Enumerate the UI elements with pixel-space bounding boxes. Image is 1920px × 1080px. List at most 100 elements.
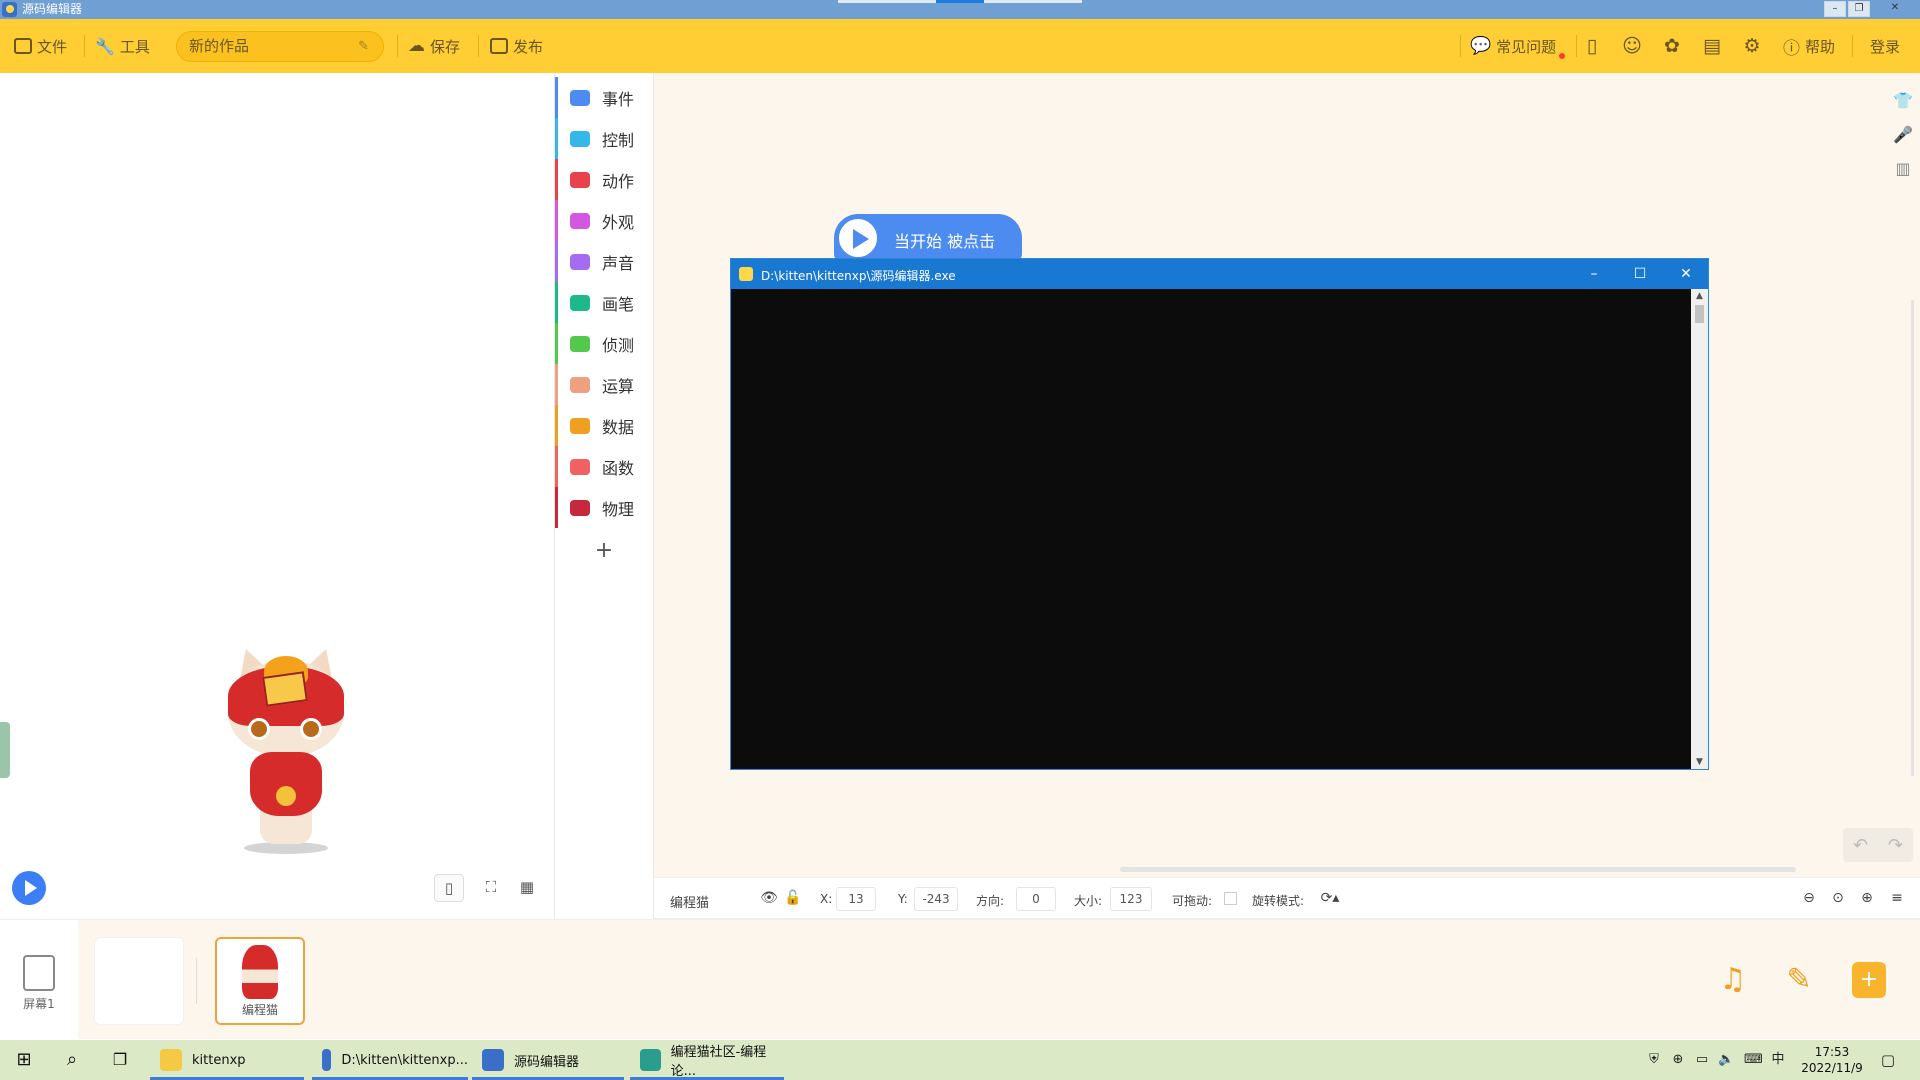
- draggable-checkbox[interactable]: [1224, 892, 1237, 905]
- pencil-draw-icon[interactable]: ✎: [1782, 962, 1816, 998]
- category-10[interactable]: 物理: [555, 487, 653, 528]
- tablet-icon[interactable]: ▯: [1581, 35, 1603, 57]
- taskbar-app-0[interactable]: kittenxp: [150, 1040, 304, 1080]
- robot-icon[interactable]: ☺: [1621, 35, 1643, 57]
- system-clock[interactable]: 17:53 2022/11/9: [1790, 1044, 1874, 1076]
- size-input[interactable]: 123: [1110, 887, 1152, 911]
- lock-icon[interactable]: 🔓: [784, 889, 802, 907]
- publish-button[interactable]: 发布: [490, 19, 543, 73]
- menu-lines-icon[interactable]: ≡: [1888, 889, 1906, 907]
- ime-indicator[interactable]: 中: [1770, 1052, 1786, 1068]
- sprite-property-bar: 编程猫 👁 🔓 X: 13 Y: -243 方向: 0 大小: 123 可拖动:…: [654, 877, 1920, 919]
- tools-menu[interactable]: 🔧 工具: [95, 19, 150, 73]
- volume-icon[interactable]: 🔈: [1718, 1052, 1734, 1068]
- x-label: X:: [820, 892, 833, 906]
- cat-sprite[interactable]: [220, 642, 352, 858]
- console-maximize-button[interactable]: ☐: [1617, 259, 1663, 289]
- login-button[interactable]: 登录: [1870, 19, 1900, 73]
- category-3[interactable]: 外观: [555, 200, 653, 241]
- work-name-input[interactable]: 新的作品 ✎: [176, 31, 384, 62]
- y-input[interactable]: -243: [914, 887, 958, 911]
- taskbar-app-1[interactable]: D:\kitten\kittenxp...: [312, 1040, 468, 1080]
- workspace-horizontal-scrollbar[interactable]: [1120, 867, 1796, 872]
- console-window[interactable]: D:\kitten\kittenxp\源码编辑器.exe – ☐ ✕ ▲ ▼: [730, 258, 1709, 770]
- shield-icon[interactable]: ⛨: [1646, 1052, 1662, 1068]
- draggable-label: 可拖动:: [1172, 894, 1213, 908]
- save-button[interactable]: ☁ 保存: [408, 19, 460, 73]
- file-menu[interactable]: 文件: [14, 19, 67, 73]
- music-note-icon[interactable]: ♫: [1716, 962, 1750, 998]
- rotation-mode-dropdown-icon[interactable]: ⟳▴: [1318, 889, 1342, 907]
- block-category-panel: 事件 控制 动作外观声音画笔侦测 运算 数据 函数 物理 +: [554, 73, 654, 919]
- sprite-card-bianchengmao[interactable]: 编程猫: [215, 937, 305, 1025]
- toolbar-divider: [478, 35, 479, 57]
- taskbar-app-label: 编程猫社区-编程论...: [670, 1045, 767, 1079]
- when-start-clicked-block[interactable]: 当开始 被点击: [834, 214, 1022, 262]
- grid-icon[interactable]: ▦: [512, 874, 542, 902]
- add-category-button[interactable]: +: [555, 533, 653, 569]
- x-input[interactable]: 13: [836, 887, 876, 911]
- category-label: 画笔: [602, 294, 635, 314]
- zoom-reset-icon[interactable]: ⊙: [1829, 889, 1847, 907]
- help-button[interactable]: ⓘ 帮助: [1783, 19, 1835, 73]
- category-9[interactable]: 函数: [555, 446, 653, 487]
- settings-gear-icon[interactable]: ⚙: [1741, 35, 1763, 57]
- search-icon[interactable]: ⌕: [60, 1048, 84, 1072]
- category-5[interactable]: 画笔: [555, 282, 653, 323]
- network-icon[interactable]: ▭: [1694, 1052, 1710, 1068]
- redo-icon[interactable]: ↷: [1888, 835, 1903, 856]
- minimize-button[interactable]: –: [1824, 1, 1846, 17]
- stage-resize-handle[interactable]: [0, 722, 10, 778]
- workspace-vertical-scrollbar[interactable]: [1911, 300, 1914, 776]
- console-close-button[interactable]: ✕: [1663, 259, 1709, 289]
- sprite-name-field[interactable]: 编程猫: [670, 892, 709, 911]
- undo-icon[interactable]: ↶: [1853, 835, 1868, 856]
- category-2[interactable]: 动作: [555, 159, 653, 200]
- screen-selector[interactable]: 屏幕1: [0, 920, 78, 1040]
- category-6[interactable]: 侦测: [555, 323, 653, 364]
- costume-shirt-icon[interactable]: 👕: [1892, 90, 1914, 112]
- run-play-button[interactable]: [12, 871, 46, 905]
- data-chart-icon[interactable]: ▥: [1892, 158, 1914, 180]
- console-scrollbar[interactable]: ▲ ▼: [1691, 289, 1708, 769]
- calendar-icon[interactable]: ▤: [1701, 35, 1723, 57]
- stage-canvas[interactable]: [0, 73, 554, 919]
- cat-eye-left: [248, 718, 270, 740]
- device-select-icon[interactable]: ▯: [434, 874, 464, 902]
- help-icon: ⓘ: [1783, 38, 1800, 59]
- community-icon[interactable]: ✿: [1661, 35, 1683, 57]
- zoom-in-icon[interactable]: ⊕: [1858, 889, 1876, 907]
- direction-input[interactable]: 0: [1016, 887, 1056, 911]
- zoom-out-icon[interactable]: ⊖: [1800, 889, 1818, 907]
- add-folder-icon[interactable]: +: [1852, 962, 1886, 998]
- category-7[interactable]: 运算: [555, 364, 653, 405]
- fullscreen-icon[interactable]: ⛶: [476, 874, 506, 902]
- file-menu-label: 文件: [37, 37, 68, 56]
- scroll-up-arrow-icon[interactable]: ▲: [1691, 289, 1708, 303]
- windows-start-icon[interactable]: ⊞: [12, 1048, 36, 1072]
- category-1[interactable]: 控制: [555, 118, 653, 159]
- faq-button[interactable]: 💬 常见问题: [1470, 19, 1556, 73]
- restore-button[interactable]: ❐: [1848, 1, 1870, 17]
- toolbar-divider: [397, 35, 398, 57]
- scroll-down-arrow-icon[interactable]: ▼: [1691, 755, 1708, 769]
- taskbar-app-3[interactable]: 编程猫社区-编程论...: [630, 1040, 784, 1080]
- category-0[interactable]: 事件: [555, 77, 653, 118]
- window-tab-strip: [838, 0, 1082, 3]
- notification-icon[interactable]: ▢: [1880, 1052, 1896, 1068]
- close-button[interactable]: ✕: [1884, 1, 1906, 17]
- window-title: 源码编辑器: [22, 2, 83, 16]
- category-8[interactable]: 数据: [555, 405, 653, 446]
- empty-sprite-slot[interactable]: [94, 937, 184, 1025]
- task-view-icon[interactable]: ❐: [108, 1048, 132, 1072]
- category-4[interactable]: 声音: [555, 241, 653, 282]
- sound-mic-icon[interactable]: 🎤: [1892, 124, 1914, 146]
- taskbar-app-2[interactable]: 源码编辑器: [472, 1040, 624, 1080]
- console-scroll-thumb[interactable]: [1695, 305, 1704, 323]
- keyboard-icon[interactable]: ⌨: [1744, 1052, 1763, 1068]
- category-label: 外观: [602, 212, 635, 232]
- visibility-eye-icon[interactable]: 👁: [760, 889, 778, 907]
- console-minimize-button[interactable]: –: [1571, 259, 1617, 289]
- security-icon[interactable]: ⊕: [1670, 1052, 1686, 1068]
- sprite-thumbnail: [242, 945, 278, 999]
